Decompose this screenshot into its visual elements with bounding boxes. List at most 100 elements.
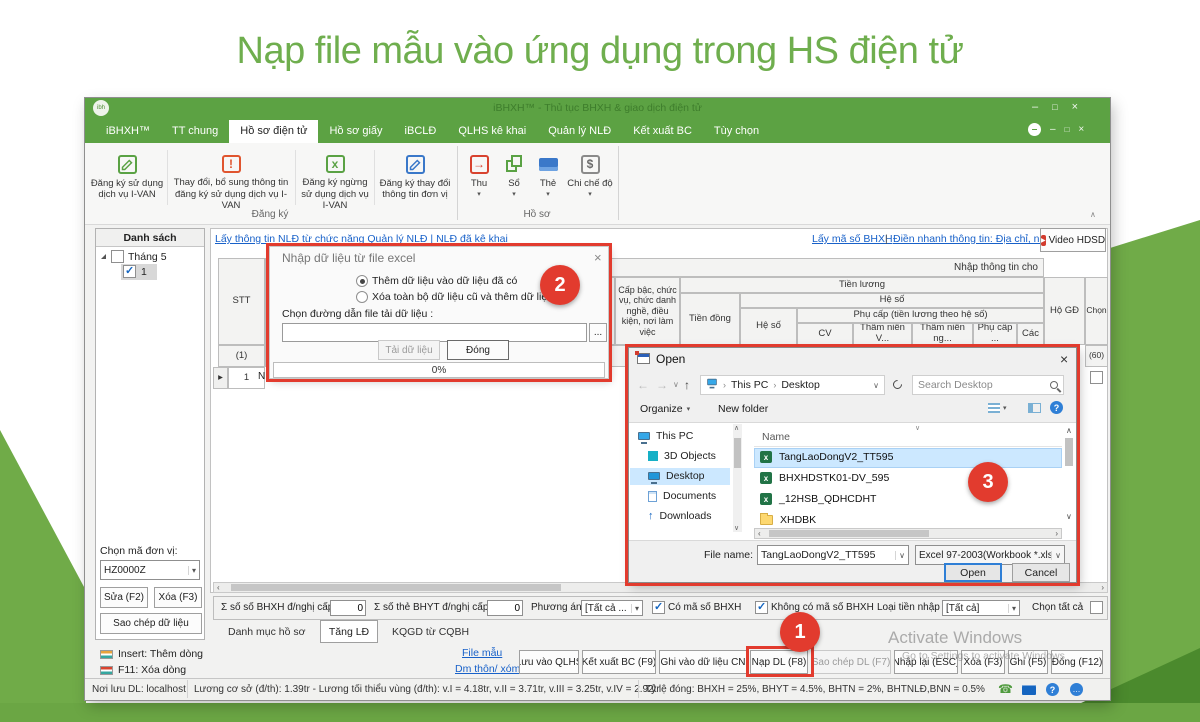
scroll-thumb[interactable]	[231, 584, 561, 591]
ribbon-btn-the[interactable]: Thẻ ▾	[532, 148, 564, 214]
file-row-4[interactable]: XHDBK	[760, 514, 816, 526]
xoa-button[interactable]: Xóa (F3)	[961, 650, 1005, 674]
dong-button[interactable]: Đóng (F12)	[1051, 650, 1103, 674]
breadcrumb[interactable]: › This PC › Desktop ∨	[700, 375, 885, 395]
tree-node-batch[interactable]: 1	[141, 266, 147, 278]
crumb-desktop[interactable]: Desktop	[781, 379, 820, 391]
name-column-header[interactable]: Name	[762, 431, 790, 443]
link-file-mau[interactable]: File mẫu	[462, 647, 502, 659]
tab-kqgd[interactable]: KQGD từ CQBH	[392, 626, 469, 638]
tree-scroll-down-icon[interactable]: ∨	[734, 524, 739, 532]
file-row-1[interactable]: xTangLaoDongV2_TT595	[760, 451, 893, 463]
scroll-left-icon[interactable]: ‹	[755, 529, 764, 538]
mail-icon[interactable]	[1022, 685, 1036, 695]
tree-this-pc[interactable]: This PC	[638, 430, 693, 442]
ribbon-btn-thay-doi-don-vi[interactable]: Đăng ký thay đổi thông tin đơn vị	[377, 148, 453, 205]
phuong-an-select[interactable]: [Tất cả ...▾	[581, 600, 643, 616]
tree-node-month[interactable]: Tháng 5	[128, 251, 167, 263]
ket-xuat-bc-button[interactable]: Kết xuất BC (F9)	[582, 650, 656, 674]
close-dialog-button[interactable]: Đóng	[447, 340, 509, 360]
row-select-checkbox[interactable]	[1090, 371, 1103, 384]
list-v-scrollbar[interactable]	[1065, 438, 1073, 466]
link-get-ma-so[interactable]: Lấy mã số BHXH	[812, 233, 893, 245]
month-checkbox[interactable]	[111, 250, 124, 263]
crumb-this-pc[interactable]: This PC	[731, 379, 768, 391]
link-get-nld[interactable]: Lấy thông tin NLĐ từ chức năng Quản lý N…	[215, 233, 508, 245]
menu-ho-so-dien-tu[interactable]: Hồ sơ điện tử	[229, 120, 318, 143]
new-folder-button[interactable]: New folder	[718, 403, 768, 415]
ribbon-btn-thu[interactable]: → Thu ▾	[462, 148, 496, 214]
open-button[interactable]: Open	[944, 563, 1002, 582]
append-radio[interactable]	[356, 275, 368, 287]
close-icon[interactable]: ×	[594, 250, 602, 265]
nap-dl-button[interactable]: Nạp DL (F8)	[750, 650, 808, 674]
sort-caret-icon[interactable]: ∨	[915, 424, 920, 432]
scroll-left-icon[interactable]: ‹	[214, 583, 223, 592]
tree-scroll-up-icon[interactable]: ∧	[734, 424, 739, 432]
tree-downloads[interactable]: ↑Downloads	[648, 510, 711, 522]
up-icon[interactable]: ↑	[684, 378, 690, 392]
close-icon[interactable]: ×	[1072, 101, 1078, 113]
scroll-right-icon[interactable]: ›	[1098, 583, 1107, 592]
menu-tt-chung[interactable]: TT chung	[161, 120, 229, 143]
menu-qlhs-ke-khai[interactable]: QLHS kê khai	[447, 120, 537, 143]
unit-select[interactable]: HZ0000Z▾	[100, 560, 200, 580]
phone-icon[interactable]: ☎	[998, 682, 1013, 696]
forward-icon[interactable]: →	[656, 378, 668, 392]
cancel-button[interactable]: Cancel	[1012, 563, 1070, 582]
list-scroll-up-icon[interactable]: ∧	[1066, 426, 1072, 435]
load-data-button[interactable]: Tải dữ liệu	[378, 340, 440, 360]
ribbon-btn-dang-ky-ngung[interactable]: x Đăng ký ngừng sử dụng dịch vụ I-VAN	[298, 148, 372, 205]
tree-3d-objects[interactable]: 3D Objects	[648, 450, 716, 462]
menu-ibhxh[interactable]: iBHXH™	[95, 120, 161, 143]
tab-danh-muc[interactable]: Danh mục hồ sơ	[228, 626, 306, 638]
ribbon-collapse-icon[interactable]: ∧	[1090, 210, 1096, 219]
menu-quan-ly-nld[interactable]: Quản lý NLĐ	[537, 120, 622, 143]
table-h-scrollbar[interactable]: ‹ ›	[213, 582, 1108, 593]
delete-button[interactable]: Xóa (F3)	[154, 587, 202, 608]
maximize-icon[interactable]: □	[1052, 102, 1057, 112]
luu-qlhs-button[interactable]: Lưu vào QLHS	[519, 650, 579, 674]
append-radio-label[interactable]: Thêm dữ liệu vào dữ liệu đã có	[372, 275, 517, 287]
preview-pane-icon[interactable]	[1028, 403, 1041, 413]
list-h-scrollbar[interactable]: ‹ ›	[754, 528, 1062, 539]
help-icon[interactable]: ?	[1050, 401, 1063, 414]
tree-expander-icon[interactable]	[101, 254, 106, 259]
edit-button[interactable]: Sửa (F2)	[100, 587, 148, 608]
file-row-3[interactable]: x_12HSB_QDHCDHT	[760, 493, 876, 505]
sao-chep-dl-button[interactable]: Sao chép DL (F7)	[811, 650, 891, 674]
menu-ibcld[interactable]: iBCLĐ	[394, 120, 448, 143]
view-mode-button[interactable]: ▾	[988, 403, 1007, 413]
close-icon[interactable]: ×	[1078, 124, 1084, 135]
menu-tuy-chon[interactable]: Tùy chọn	[703, 120, 770, 143]
nhap-lai-button[interactable]: Nhập lại (ESC)	[894, 650, 958, 674]
batch-checkbox[interactable]	[123, 265, 136, 278]
help-icon[interactable]: ?	[1046, 683, 1059, 696]
menu-ho-so-giay[interactable]: Hồ sơ giấy	[318, 120, 393, 143]
history-caret-icon[interactable]: ∨	[673, 380, 679, 389]
ribbon-btn-so[interactable]: Sổ ▾	[498, 148, 530, 214]
ghi-du-lieu-cn-button[interactable]: Ghi vào dữ liệu CN	[659, 650, 747, 674]
list-scroll-down-icon[interactable]: ∨	[1066, 512, 1072, 521]
collapse-ribbon-icon[interactable]: –	[1028, 123, 1041, 136]
link-dm-thon[interactable]: Dm thôn/ xóm	[455, 663, 520, 675]
loai-tien-select[interactable]: [Tất cả]▾	[942, 600, 1020, 616]
file-row-2[interactable]: xBHXHDSTK01-DV_595	[760, 472, 889, 484]
menu-ket-xuat-bc[interactable]: Kết xuất BC	[622, 120, 703, 143]
restore-icon[interactable]: □	[1065, 125, 1070, 134]
bhxh-count-input[interactable]	[330, 600, 366, 616]
khong-ma-so-checkbox[interactable]	[755, 601, 768, 614]
co-ma-so-checkbox[interactable]	[652, 601, 665, 614]
back-icon[interactable]: ←	[637, 378, 649, 392]
organize-menu[interactable]: Organize ▾	[640, 403, 690, 415]
browse-button[interactable]: ...	[589, 323, 607, 342]
chat-icon[interactable]: …	[1070, 683, 1083, 696]
copy-data-button[interactable]: Sao chép dữ liệu	[100, 613, 202, 634]
tab-tang-ld[interactable]: Tăng LĐ	[320, 620, 378, 643]
bhyt-count-input[interactable]	[487, 600, 523, 616]
file-name-combobox[interactable]: TangLaoDongV2_TT595∨	[757, 545, 909, 565]
tree-scrollbar[interactable]	[733, 424, 742, 532]
chon-tat-ca-checkbox[interactable]	[1090, 601, 1103, 614]
minimize-icon[interactable]: –	[1032, 101, 1038, 113]
ribbon-btn-chi-che-do[interactable]: $ Chi chế độ ▾	[566, 148, 614, 214]
